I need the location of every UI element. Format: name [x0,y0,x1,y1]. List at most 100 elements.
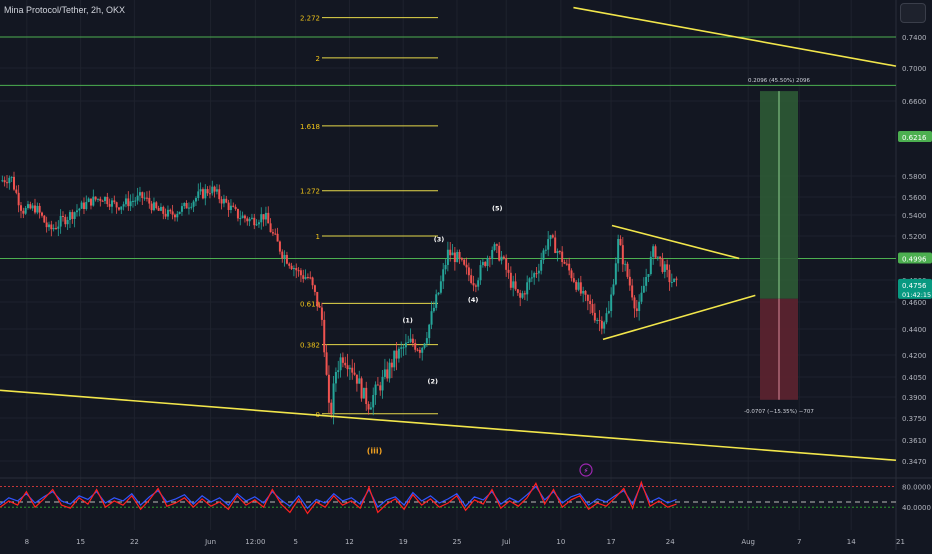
candle-body [383,369,386,377]
candle-body [243,215,246,219]
candle-body [257,222,260,225]
candle-body [463,259,466,265]
candle-body [194,198,197,202]
candle-body [493,244,496,251]
chart-svg[interactable]: 2.27221.6181.27210.6180.38200.2096 (45.5… [0,0,932,550]
candle-body [313,285,316,292]
candle-body [66,219,69,225]
candle-body [444,264,447,270]
candle-body [640,292,643,302]
candle-body [290,265,293,270]
candle-body [33,205,36,213]
candle-body [605,313,608,323]
candle-body [558,251,561,253]
candle-body [512,281,515,288]
candle-body [453,252,456,263]
candle-body [215,189,218,192]
candle-body [589,300,592,305]
candle-body [374,384,377,396]
candle-body [530,277,533,279]
candle-body [176,213,179,218]
candle-body [169,209,172,212]
candle-body [171,211,174,215]
wave-label: (2) [428,378,438,386]
candle-body [572,278,575,282]
candle-body [225,198,228,203]
candle-body [85,201,88,209]
candle-body [255,224,258,226]
candle-body [173,214,176,218]
candle-body [519,292,522,298]
candle-body [523,293,526,295]
time-tick-label: Jul [501,538,511,546]
loss-label: -0.0707 (−15.35%) −707 [744,409,814,415]
candle-body [456,251,459,263]
chart-menu-button[interactable] [900,3,926,23]
candle-body [423,343,426,348]
price-tick-label: 0.5200 [902,233,927,241]
candle-body [624,263,627,265]
candle-body [150,203,153,211]
candle-body [579,282,582,294]
candle-body [435,294,438,308]
candle-body [36,205,39,213]
candle-body [381,376,384,391]
candle-body [26,204,29,208]
candle-body [575,281,578,290]
candle-body [645,276,648,286]
candle-body [178,211,181,214]
candle-body [561,251,564,263]
time-tick-label: 22 [130,538,139,546]
price-tick-label: 0.4200 [902,352,927,360]
candle-body [341,357,344,363]
candle-body [309,277,312,279]
candle-body [75,210,78,213]
candle-body [138,192,141,196]
candle-body [248,218,251,222]
candle-body [19,205,22,211]
candle-body [87,198,90,202]
candle-body [264,212,267,220]
candle-body [414,343,417,350]
candle-body [15,189,18,193]
candle-body [45,222,48,228]
candle-body [124,198,127,205]
candle-body [498,245,501,261]
candle-body [474,285,477,287]
price-tick-label: 0.3900 [902,394,927,402]
candle-body [94,196,97,200]
candle-body [141,192,144,199]
candle-body [556,251,559,253]
candle-body [542,250,545,261]
candle-body [157,208,160,211]
candle-body [334,372,337,384]
candle-body [1,180,4,182]
price-badge-label: 0.4756 [902,282,927,290]
candle-body [666,264,669,270]
price-tick-label: 0.6600 [902,98,927,106]
candle-body [64,216,67,225]
candle-body [61,215,64,217]
candle-body [332,383,335,414]
candle-body [554,237,557,253]
candle-body [234,206,237,209]
candle-body [17,192,20,206]
candle-body [668,269,671,283]
candle-body [565,263,568,265]
candle-body [250,217,253,219]
candle-body [302,275,305,279]
candle-body [82,202,85,209]
candle-body [276,233,279,242]
candle-body [458,251,461,259]
candle-body [549,235,552,240]
candle-body [180,206,183,212]
rsi-tick-label: 80.0000 [902,483,931,491]
candle-body [22,210,25,214]
candle-body [31,205,34,209]
candle-body [400,347,403,349]
candle-body [24,207,27,214]
candle-body [568,263,571,271]
candle-body [68,212,71,220]
candle-body [537,270,540,274]
candle-body [281,251,284,259]
